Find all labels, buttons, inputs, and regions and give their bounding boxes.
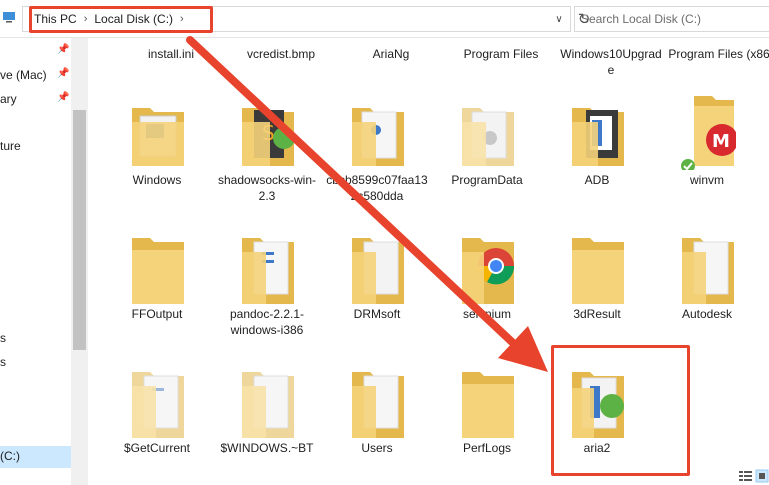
address-bar-row: This PC › Local Disk (C:) › ∨ ↻	[0, 0, 769, 38]
folder-item-adb[interactable]: ADB	[544, 90, 650, 210]
folder-icon	[572, 108, 624, 166]
folder-icon	[132, 372, 184, 438]
folder-item-perflogs[interactable]: PerfLogs	[434, 358, 540, 478]
nav-scrollbar[interactable]	[71, 38, 88, 485]
folder-label: DRMsoft	[353, 307, 401, 321]
breadcrumb-this-pc[interactable]: This PC	[31, 12, 80, 26]
nav-item-s1[interactable]: s	[0, 331, 6, 349]
folder-item-windows-bt[interactable]: $WINDOWS.~BT	[214, 358, 320, 478]
search-input[interactable]	[575, 7, 765, 31]
folder-label: AriaNg	[372, 47, 410, 61]
nav-item-drive-mac[interactable]: ve (Mac)	[0, 68, 47, 86]
folder-item-getcurrent[interactable]: $GetCurrent	[104, 358, 210, 478]
folder-label: Windows10Upgrade	[560, 47, 662, 77]
folder-label: winvm	[689, 173, 724, 187]
folder-icon	[242, 372, 294, 438]
address-dropdown-button[interactable]: ∨	[550, 7, 568, 31]
search-box[interactable]	[574, 6, 769, 32]
folder-item-3dresult[interactable]: 3dResult	[544, 224, 650, 344]
nav-item-local-disk[interactable]: (C:)	[0, 449, 20, 467]
chevron-right-icon[interactable]: ›	[176, 13, 188, 25]
refresh-button[interactable]: ↻	[572, 6, 596, 32]
folder-icon	[462, 108, 514, 166]
folder-icon	[572, 238, 624, 304]
nav-item-picture[interactable]: ture	[0, 139, 21, 157]
folder-icon	[242, 238, 294, 304]
folder-item-cbcb[interactable]: cbcb8599c07faa132c580dda	[324, 90, 430, 210]
nav-item-s2[interactable]: s	[0, 355, 6, 373]
folder-item-aria2[interactable]: aria2	[544, 358, 650, 478]
folder-label: cbcb8599c07faa132c580dda	[326, 173, 428, 203]
folder-label: aria2	[583, 441, 611, 455]
svg-text:M: M	[712, 131, 730, 152]
nav-item-library[interactable]: ary	[0, 92, 17, 110]
folder-item-programdata[interactable]: ProgramData	[434, 90, 540, 210]
folder-icon	[352, 238, 404, 304]
breadcrumb: This PC › Local Disk (C:) ›	[31, 7, 188, 31]
folder-icon	[462, 372, 514, 438]
file-list: install.ini vcredist.bmp AriaNg Program …	[88, 38, 769, 485]
refresh-icon: ↻	[577, 11, 591, 28]
view-toggle-buttons[interactable]	[738, 469, 769, 483]
folder-icon	[572, 372, 624, 438]
folder-icon	[352, 372, 404, 438]
folder-item-winvm[interactable]: M winvm	[654, 90, 760, 210]
chevron-down-icon: ∨	[555, 13, 563, 25]
folder-item-ffoutput[interactable]: FFOutput	[104, 224, 210, 344]
navigation-pane: 📌 ve (Mac) 📌 ary 📌 ture s s (C:)	[0, 38, 88, 485]
chevron-right-icon[interactable]: ›	[80, 13, 92, 25]
folder-label: pandoc-2.2.1-windows-i386	[229, 307, 305, 337]
folder-label: shadowsocks-win-2.3	[217, 173, 317, 203]
address-bar[interactable]: This PC › Local Disk (C:) › ∨	[22, 6, 571, 32]
folder-icon	[682, 238, 734, 304]
folder-label: Users	[361, 441, 393, 455]
folder-item-pandoc[interactable]: pandoc-2.2.1-windows-i386	[214, 224, 320, 344]
folder-icon	[132, 238, 184, 304]
folder-label: FFOutput	[131, 307, 183, 321]
folder-icon: S	[242, 108, 295, 166]
folder-icon: M	[681, 96, 736, 170]
pin-icon[interactable]: 📌	[57, 44, 69, 56]
pin-icon[interactable]: 📌	[57, 92, 69, 104]
folder-label: selenium	[462, 307, 512, 321]
folder-label: $GetCurrent	[123, 441, 191, 455]
folder-item-drmsoft[interactable]: DRMsoft	[324, 224, 430, 344]
folder-item-windows[interactable]: Windows	[104, 90, 210, 210]
folder-label: Windows	[132, 173, 182, 187]
this-pc-icon	[3, 12, 15, 23]
folder-item-shadowsocks[interactable]: S shadowsocks-win-2.3	[214, 90, 320, 210]
folder-icon	[462, 238, 515, 304]
folder-label: 3dResult	[573, 307, 621, 321]
folder-icon	[132, 108, 184, 166]
folder-item-users[interactable]: Users	[324, 358, 430, 478]
file-label: vcredist.bmp	[246, 47, 316, 61]
folder-label: Program Files (x86)	[668, 47, 769, 61]
file-label: install.ini	[147, 47, 195, 61]
folder-icon	[352, 108, 404, 166]
folder-label: $WINDOWS.~BT	[220, 441, 314, 455]
nav-scrollbar-thumb[interactable]	[73, 110, 86, 350]
folder-label: ProgramData	[451, 173, 523, 187]
folder-item-selenium[interactable]: selenium	[434, 224, 540, 344]
folder-label: Program Files	[463, 47, 539, 61]
breadcrumb-local-disk[interactable]: Local Disk (C:)	[91, 12, 176, 26]
folder-label: ADB	[584, 173, 610, 187]
folder-item-autodesk[interactable]: Autodesk	[654, 224, 760, 344]
pin-icon[interactable]: 📌	[57, 68, 69, 80]
folder-label: Autodesk	[681, 307, 733, 321]
folder-label: PerfLogs	[462, 441, 512, 455]
